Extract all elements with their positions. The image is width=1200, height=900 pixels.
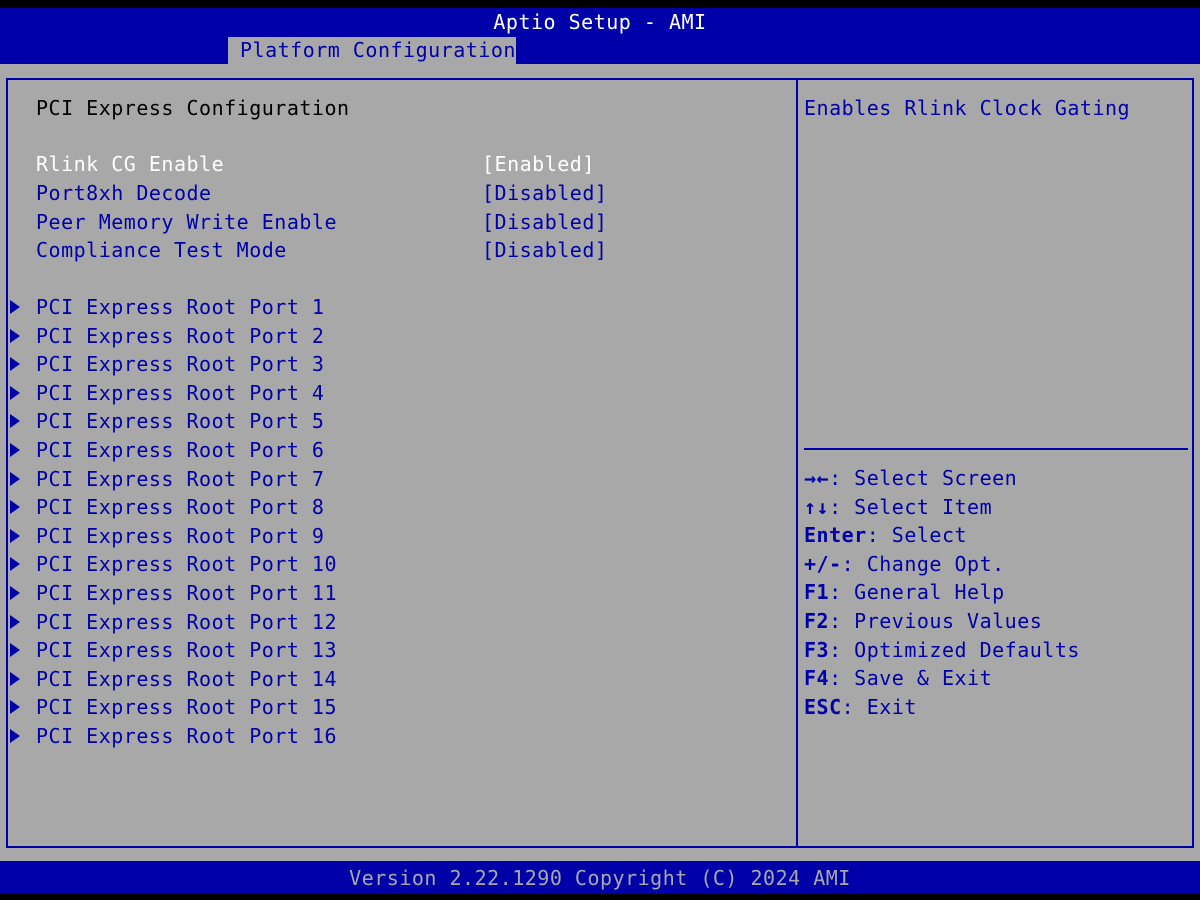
submenu-label: PCI Express Root Port 12: [36, 609, 337, 634]
submenu-root-port-8[interactable]: PCI Express Root Port 8: [10, 493, 324, 521]
triangle-right-icon: [10, 643, 20, 658]
triangle-right-icon: [10, 471, 20, 486]
submenu-label: PCI Express Root Port 7: [36, 466, 325, 491]
submenu-label: PCI Express Root Port 5: [36, 409, 325, 434]
triangle-right-icon: [10, 385, 20, 400]
key-name: →←: [804, 466, 830, 490]
submenu-label: PCI Express Root Port 3: [36, 352, 325, 377]
key-hint: ESC: Exit: [804, 693, 917, 721]
section-title: PCI Express Configuration: [36, 96, 350, 120]
panel-divider: [796, 78, 798, 848]
submenu-label: PCI Express Root Port 11: [36, 581, 337, 605]
key-description: : General Help: [829, 580, 1005, 605]
submenu-label: PCI Express Root Port 15: [36, 695, 337, 720]
submenu-root-port-5[interactable]: PCI Express Root Port 5: [10, 407, 324, 435]
key-name: ESC: [804, 694, 842, 719]
submenu-root-port-1[interactable]: PCI Express Root Port 1: [10, 293, 324, 321]
option-port8xh-decode-value[interactable]: [Disabled]: [482, 179, 607, 207]
key-name: F2: [804, 609, 830, 633]
key-hint: +/-: Change Opt.: [804, 550, 1005, 578]
key-description: : Select Screen: [829, 466, 1018, 490]
key-hint: ↑↓: Select Item: [804, 493, 992, 521]
key-description: : Previous Values: [829, 609, 1043, 633]
triangle-right-icon: [10, 414, 20, 429]
submenu-root-port-3[interactable]: PCI Express Root Port 3: [10, 350, 324, 378]
submenu-root-port-9[interactable]: PCI Express Root Port 9: [10, 522, 324, 550]
key-name: F4: [804, 666, 830, 691]
triangle-right-icon: [10, 500, 20, 515]
submenu-root-port-11[interactable]: PCI Express Root Port 11: [10, 579, 337, 607]
submenu-root-port-4[interactable]: PCI Express Root Port 4: [10, 379, 324, 407]
submenu-label: PCI Express Root Port 4: [36, 380, 325, 405]
tab-platform-configuration[interactable]: Platform Configuration: [228, 37, 516, 64]
submenu-root-port-15[interactable]: PCI Express Root Port 15: [10, 693, 337, 721]
triangle-right-icon: [10, 557, 20, 572]
triangle-right-icon: [10, 729, 20, 743]
submenu-root-port-14[interactable]: PCI Express Root Port 14: [10, 665, 337, 693]
key-hint: F3: Optimized Defaults: [804, 636, 1080, 664]
key-name: F1: [804, 580, 830, 605]
submenu-root-port-12[interactable]: PCI Express Root Port 12: [10, 608, 337, 636]
submenu-label: PCI Express Root Port 10: [36, 552, 337, 577]
key-name: Enter: [804, 523, 867, 548]
key-name: F3: [804, 637, 830, 662]
key-hint: F1: General Help: [804, 578, 1005, 606]
submenu-label: PCI Express Root Port 9: [36, 523, 325, 548]
submenu-label: PCI Express Root Port 2: [36, 323, 325, 348]
submenu-label: PCI Express Root Port 8: [36, 495, 325, 520]
option-rlink-cg-enable-label[interactable]: Rlink CG Enable: [36, 150, 224, 178]
key-description: : Select Item: [829, 494, 993, 519]
key-hint: F4: Save & Exit: [804, 664, 992, 692]
key-description: : Optimized Defaults: [829, 637, 1080, 662]
triangle-right-icon: [10, 700, 20, 715]
key-hint: Enter: Select: [804, 521, 967, 549]
key-description: : Change Opt.: [841, 551, 1005, 576]
option-peer-memory-write-enable-label[interactable]: Peer Memory Write Enable: [36, 208, 337, 236]
option-port8xh-decode-label[interactable]: Port8xh Decode: [36, 179, 212, 207]
help-text: Enables Rlink Clock Gating: [804, 96, 1131, 120]
triangle-right-icon: [10, 528, 20, 543]
triangle-right-icon: [10, 300, 20, 314]
triangle-right-icon: [10, 328, 20, 343]
app-title: Aptio Setup - AMI: [493, 10, 707, 34]
submenu-label: PCI Express Root Port 16: [36, 724, 337, 748]
submenu-label: PCI Express Root Port 14: [36, 666, 337, 691]
submenu-label: PCI Express Root Port 1: [36, 295, 325, 319]
triangle-right-icon: [10, 671, 20, 686]
submenu-root-port-13[interactable]: PCI Express Root Port 13: [10, 636, 337, 664]
option-rlink-cg-enable-value[interactable]: [Enabled]: [482, 150, 595, 178]
option-compliance-test-mode-value[interactable]: [Disabled]: [482, 236, 607, 264]
key-description: : Exit: [841, 694, 917, 719]
version-text: Version 2.22.1290 Copyright (C) 2024 AMI: [349, 866, 851, 890]
triangle-right-icon: [10, 586, 20, 600]
submenu-label: PCI Express Root Port 13: [36, 638, 337, 663]
key-hint: F2: Previous Values: [804, 607, 1042, 635]
submenu-label: PCI Express Root Port 6: [36, 438, 325, 462]
option-peer-memory-write-enable-value[interactable]: [Disabled]: [482, 208, 607, 236]
key-description: : Save & Exit: [829, 666, 993, 691]
triangle-right-icon: [10, 614, 20, 629]
submenu-root-port-10[interactable]: PCI Express Root Port 10: [10, 550, 337, 578]
key-name: ↑↓: [804, 494, 830, 519]
submenu-root-port-16[interactable]: PCI Express Root Port 16: [10, 722, 337, 750]
triangle-right-icon: [10, 357, 20, 372]
help-divider: [804, 448, 1188, 450]
triangle-right-icon: [10, 443, 20, 457]
key-name: +/-: [804, 551, 842, 576]
key-description: : Select: [866, 523, 968, 548]
key-hint: →←: Select Screen: [804, 464, 1017, 492]
submenu-root-port-7[interactable]: PCI Express Root Port 7: [10, 465, 324, 493]
submenu-root-port-6[interactable]: PCI Express Root Port 6: [10, 436, 324, 464]
submenu-root-port-2[interactable]: PCI Express Root Port 2: [10, 322, 324, 350]
option-compliance-test-mode-label[interactable]: Compliance Test Mode: [36, 236, 287, 264]
